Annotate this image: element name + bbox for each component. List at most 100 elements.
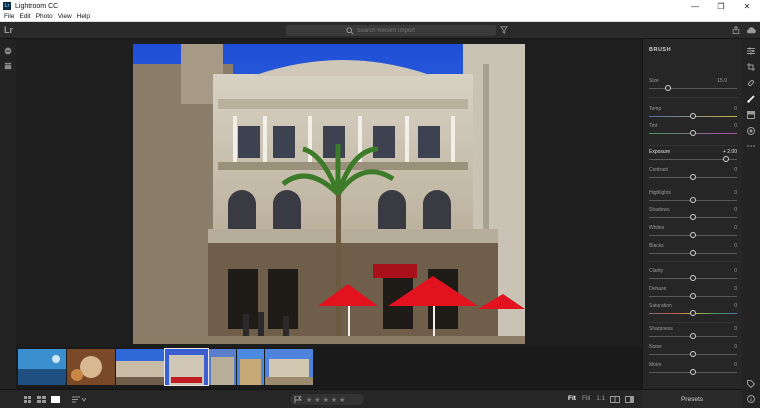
slider-knob[interactable] xyxy=(690,113,696,119)
slider-knob[interactable] xyxy=(722,156,729,162)
slider-label: Contrast xyxy=(649,167,668,173)
edit-sliders-icon[interactable] xyxy=(747,47,755,55)
app-header: Lr xyxy=(0,22,760,39)
window-title-bar: Lr Lightroom CC — ❐ ✕ xyxy=(0,0,760,12)
one-to-one-button[interactable]: 1:1 xyxy=(596,395,605,402)
thumbnail[interactable] xyxy=(18,349,66,385)
fit-button[interactable]: Fit xyxy=(568,395,576,402)
slider-value[interactable]: 0 xyxy=(734,225,737,231)
slider-knob[interactable] xyxy=(690,275,696,281)
slider-label: Dehaze xyxy=(649,286,667,292)
crop-icon[interactable] xyxy=(747,63,755,71)
star-2[interactable]: ★ xyxy=(314,396,320,404)
slider-label: Tint xyxy=(649,123,658,129)
tag-icon[interactable] xyxy=(747,380,755,388)
slider-knob[interactable] xyxy=(690,351,696,357)
star-1[interactable]: ★ xyxy=(306,396,312,404)
slider-knob[interactable] xyxy=(690,174,696,180)
maximize-button[interactable]: ❐ xyxy=(708,0,734,12)
radial-gradient-icon[interactable] xyxy=(747,127,755,135)
star-4[interactable]: ★ xyxy=(331,396,337,404)
slider-value[interactable]: 0 xyxy=(734,344,737,350)
menu-file[interactable]: File xyxy=(4,13,14,20)
flag-icon[interactable] xyxy=(294,396,302,403)
slider-value[interactable]: 0 xyxy=(734,326,737,332)
share-icon[interactable] xyxy=(732,26,740,34)
slider-label: Highlights xyxy=(649,190,671,196)
panel-title: BRUSH xyxy=(649,47,672,53)
slider-label: Size xyxy=(649,78,659,84)
slider-value[interactable]: 0 xyxy=(734,286,737,292)
main-photo[interactable] xyxy=(133,44,525,344)
slider-value[interactable]: 0 xyxy=(734,106,737,112)
slider-knob[interactable] xyxy=(690,232,696,238)
slider-value[interactable]: 0 xyxy=(734,207,737,213)
star-3[interactable]: ★ xyxy=(323,396,329,404)
more-icon[interactable] xyxy=(747,142,755,150)
slider-knob[interactable] xyxy=(690,333,696,339)
slider-value[interactable]: 0 xyxy=(734,243,737,249)
sort-icon[interactable] xyxy=(72,396,86,403)
single-view-icon[interactable] xyxy=(51,396,60,403)
slider-knob[interactable] xyxy=(690,130,696,136)
search-icon xyxy=(345,26,354,35)
thumbnail[interactable] xyxy=(67,349,115,385)
menu-bar: File Edit Photo View Help xyxy=(0,12,760,22)
slider-knob[interactable] xyxy=(690,250,696,256)
presets-button[interactable]: Presets xyxy=(642,389,742,408)
slider-label: Shadows xyxy=(649,207,670,213)
slider-knob[interactable] xyxy=(665,85,671,91)
thumbnail-selected[interactable] xyxy=(164,348,209,386)
square-grid-icon[interactable] xyxy=(37,396,46,403)
slider-label: Temp xyxy=(649,106,662,112)
info-icon[interactable] xyxy=(747,395,755,403)
slider-value[interactable]: 0 xyxy=(734,303,737,309)
slider-knob[interactable] xyxy=(690,293,696,299)
search-bar[interactable] xyxy=(286,25,496,36)
grid-view-icon[interactable] xyxy=(24,396,32,403)
info-panel-icon[interactable] xyxy=(625,396,634,403)
close-button[interactable]: ✕ xyxy=(734,0,760,12)
slider-value[interactable]: 0 xyxy=(734,268,737,274)
slider-knob[interactable] xyxy=(690,214,696,220)
fill-button[interactable]: Fill xyxy=(582,395,590,402)
brush-icon[interactable] xyxy=(747,95,755,103)
slider-knob[interactable] xyxy=(690,369,696,375)
minimize-button[interactable]: — xyxy=(682,0,708,12)
thumbnail[interactable] xyxy=(265,349,313,385)
cloud-icon[interactable] xyxy=(746,27,757,34)
search-input[interactable] xyxy=(356,27,437,34)
slider-value[interactable]: 0 xyxy=(734,167,737,173)
lr-logo[interactable]: Lr xyxy=(4,25,13,35)
linear-gradient-icon[interactable] xyxy=(747,111,755,119)
slider-value[interactable]: 15.0 xyxy=(717,78,727,84)
slider-value[interactable]: 0 xyxy=(734,123,737,129)
menu-help[interactable]: Help xyxy=(77,13,90,20)
slider-knob[interactable] xyxy=(690,197,696,203)
zoom-options: Fit Fill 1:1 xyxy=(568,395,611,402)
menu-view[interactable]: View xyxy=(58,13,72,20)
healing-icon[interactable] xyxy=(747,79,755,87)
library-icon[interactable] xyxy=(4,62,12,70)
thumbnail[interactable] xyxy=(237,349,264,385)
menu-photo[interactable]: Photo xyxy=(36,13,53,20)
slider-label: Clarity xyxy=(649,268,664,274)
photo-canvas xyxy=(16,39,642,347)
slider-value[interactable]: + 2.00 xyxy=(723,149,737,155)
filter-icon[interactable] xyxy=(500,26,508,34)
star-rating[interactable]: ★ ★ ★ ★ ★ xyxy=(290,394,364,405)
menu-edit[interactable]: Edit xyxy=(19,13,30,20)
slider-knob[interactable] xyxy=(690,310,696,316)
slider-label: Blacks xyxy=(649,243,664,249)
slider-value[interactable]: 0 xyxy=(734,190,737,196)
slider-value[interactable]: 0 xyxy=(734,362,737,368)
star-5[interactable]: ★ xyxy=(339,396,345,404)
thumbnail[interactable] xyxy=(116,349,164,385)
slider-label: Exposure xyxy=(649,149,671,155)
thumbnail[interactable] xyxy=(209,349,236,385)
add-photo-icon[interactable] xyxy=(4,47,12,55)
edit-panel: BRUSH Size 15.0 Temp 0 Tint 0 Exposure +… xyxy=(642,39,742,389)
compare-icon[interactable] xyxy=(610,396,620,403)
slider-label: Noise xyxy=(649,344,662,350)
slider-label: Saturation xyxy=(649,303,672,309)
